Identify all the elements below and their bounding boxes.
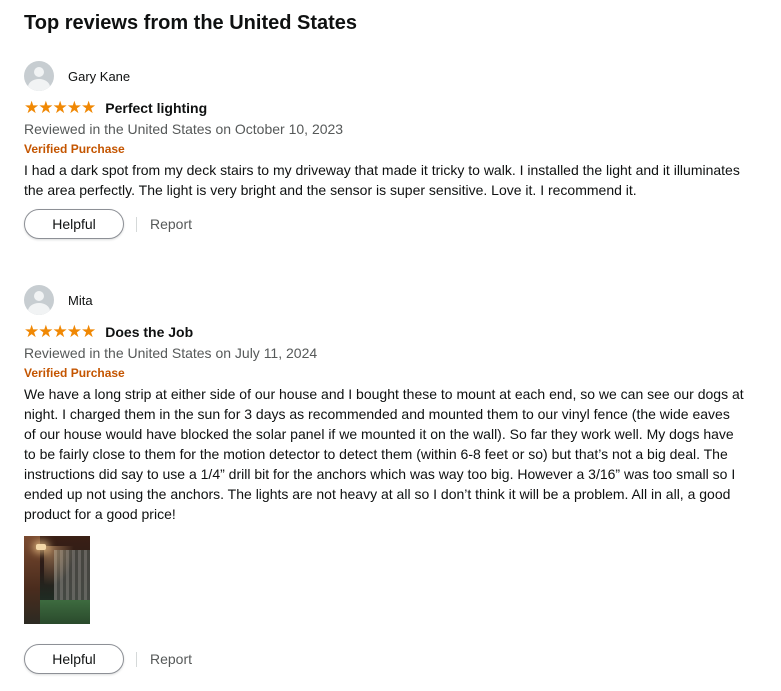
star-icon: ★	[81, 98, 96, 117]
helpful-button[interactable]: Helpful	[24, 209, 124, 239]
action-divider	[136, 216, 137, 232]
reviewer-profile[interactable]: Gary Kane	[24, 60, 744, 92]
star-icon: ★	[52, 98, 68, 117]
action-divider	[136, 651, 137, 667]
verified-purchase-badge: Verified Purchase	[24, 366, 125, 380]
default-profile-icon	[24, 285, 54, 315]
star-rating[interactable]: ★ ★ ★ ★ ★	[24, 98, 96, 117]
default-profile-icon	[24, 61, 54, 91]
report-link[interactable]: Report	[150, 651, 192, 667]
report-link[interactable]: Report	[150, 216, 192, 232]
star-icon: ★	[24, 98, 39, 117]
star-icon: ★	[24, 322, 39, 341]
review-card: Gary Kane ★ ★ ★ ★ ★ Perfect lighting Rev…	[24, 60, 744, 239]
star-icon: ★	[81, 322, 96, 341]
review-photo[interactable]	[24, 536, 90, 624]
review-title[interactable]: Perfect lighting	[105, 100, 207, 116]
reviewer-name[interactable]: Gary Kane	[68, 69, 130, 84]
star-icon: ★	[66, 322, 82, 341]
review-body: We have a long strip at either side of o…	[24, 386, 744, 522]
star-icon: ★	[52, 322, 68, 341]
review-body: I had a dark spot from my deck stairs to…	[24, 162, 740, 198]
star-rating[interactable]: ★ ★ ★ ★ ★	[24, 322, 96, 341]
review-date: Reviewed in the United States on October…	[24, 121, 344, 137]
star-icon: ★	[38, 98, 53, 117]
star-icon: ★	[38, 322, 53, 341]
star-icon: ★	[66, 98, 82, 117]
review-card: Mita ★ ★ ★ ★ ★ Does the Job Reviewed in …	[24, 284, 744, 674]
helpful-button[interactable]: Helpful	[24, 644, 124, 674]
verified-purchase-badge: Verified Purchase	[24, 142, 125, 156]
section-heading: Top reviews from the United States	[24, 12, 358, 34]
reviewer-profile[interactable]: Mita	[24, 284, 744, 316]
reviewer-name[interactable]: Mita	[68, 293, 93, 308]
review-title[interactable]: Does the Job	[105, 324, 193, 340]
review-date: Reviewed in the United States on July 11…	[24, 345, 318, 361]
